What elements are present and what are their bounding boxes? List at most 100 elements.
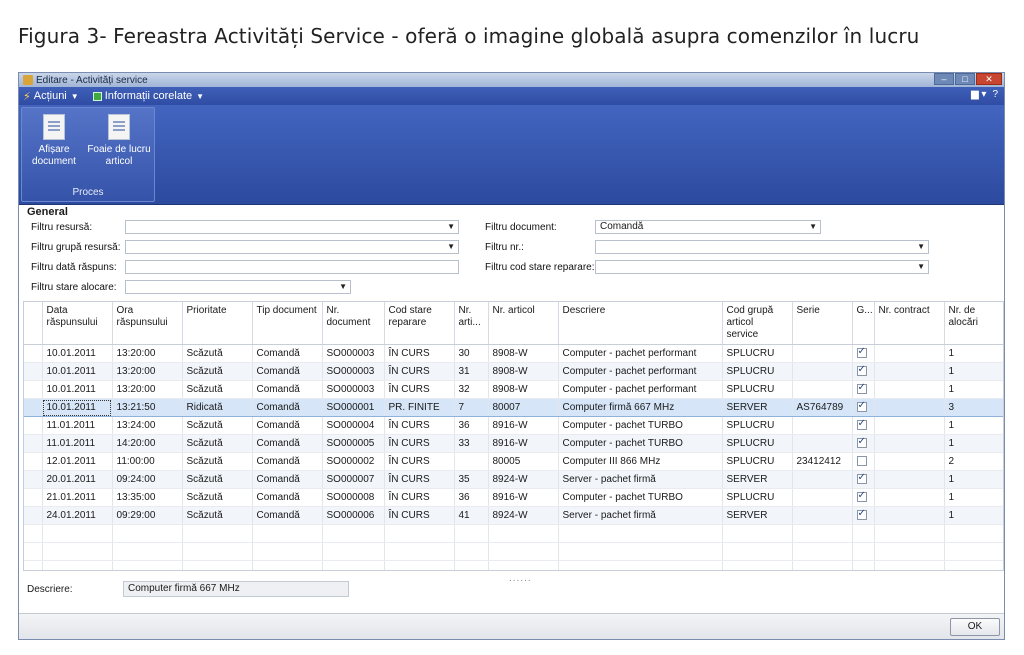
cell-service-item-group[interactable]: SERVER bbox=[722, 398, 793, 417]
cell-document-no[interactable]: SO000002 bbox=[322, 452, 385, 471]
col-allocations[interactable]: Nr. de alocări bbox=[944, 302, 1003, 345]
filter-resource-field[interactable]: ▼ bbox=[125, 220, 459, 234]
cell-document-type[interactable]: Comandă bbox=[252, 344, 323, 363]
cell-priority[interactable]: Scăzută bbox=[182, 380, 253, 399]
cell-item-no[interactable]: 8924-W bbox=[488, 506, 559, 525]
cell-document-type[interactable]: Comandă bbox=[252, 470, 323, 489]
cell-serial[interactable] bbox=[792, 344, 853, 363]
cell-contract-no[interactable] bbox=[874, 344, 945, 363]
maximize-button[interactable]: □ bbox=[955, 73, 975, 85]
col-priority[interactable]: Prioritate bbox=[182, 302, 253, 345]
dropdown-icon[interactable]: ▼ bbox=[339, 281, 347, 293]
cell-priority[interactable]: Scăzută bbox=[182, 434, 253, 453]
cell-item-no[interactable]: 8908-W bbox=[488, 344, 559, 363]
cell-allocations[interactable]: 1 bbox=[944, 380, 1003, 399]
row-selector[interactable] bbox=[24, 488, 43, 507]
table-row[interactable]: 10.01.2011 13:20:00 Scăzută Comandă SO000003… bbox=[24, 362, 1003, 381]
cell-response-time[interactable]: 11:00:00 bbox=[112, 452, 183, 471]
actions-menu[interactable]: ⚡ Acțiuni ▼ bbox=[23, 90, 79, 103]
dropdown-icon[interactable]: ▼ bbox=[809, 221, 817, 233]
cell-serial[interactable] bbox=[792, 470, 853, 489]
table-row[interactable]: 11.01.2011 14:20:00 Scăzută Comandă SO000005… bbox=[24, 434, 1003, 453]
cell-service-item-group[interactable]: SPLUCRU bbox=[722, 362, 793, 381]
cell-response-time[interactable]: 13:24:00 bbox=[112, 416, 183, 435]
cell-response-date[interactable]: 20.01.2011 bbox=[42, 470, 113, 489]
col-response-time[interactable]: Ora răspunsului bbox=[112, 302, 183, 345]
col-contract-no[interactable]: Nr. contract bbox=[874, 302, 945, 345]
cell-description[interactable]: Computer III 866 MHz bbox=[558, 452, 723, 471]
cell-response-time[interactable]: 09:24:00 bbox=[112, 470, 183, 489]
cell-response-date[interactable]: 12.01.2011 bbox=[42, 452, 113, 471]
col-document-no[interactable]: Nr. document bbox=[322, 302, 385, 345]
cell-response-time[interactable]: 09:29:00 bbox=[112, 506, 183, 525]
filter-resource-group-field[interactable]: ▼ bbox=[125, 240, 459, 254]
cell-service-item-group[interactable]: SPLUCRU bbox=[722, 434, 793, 453]
ok-button[interactable]: OK bbox=[950, 618, 1000, 636]
filter-repair-status-field[interactable]: ▼ bbox=[595, 260, 929, 274]
row-selector[interactable] bbox=[24, 434, 43, 453]
cell-item-no[interactable]: 8916-W bbox=[488, 416, 559, 435]
cell-item-line-no[interactable]: 36 bbox=[454, 416, 489, 435]
cell-repair-status[interactable]: ÎN CURS bbox=[384, 434, 455, 453]
row-selector[interactable] bbox=[24, 470, 43, 489]
row-selector[interactable] bbox=[24, 362, 43, 381]
cell-response-time[interactable]: 14:20:00 bbox=[112, 434, 183, 453]
cell-response-time[interactable]: 13:35:00 bbox=[112, 488, 183, 507]
cell-document-type[interactable]: Comandă bbox=[252, 434, 323, 453]
cell-repair-status[interactable]: ÎN CURS bbox=[384, 506, 455, 525]
row-selector[interactable] bbox=[24, 452, 43, 471]
filter-document-field[interactable]: Comandă ▼ bbox=[595, 220, 821, 234]
pane-splitter[interactable]: ...... bbox=[509, 573, 532, 584]
cell-serial[interactable] bbox=[792, 362, 853, 381]
cell-item-line-no[interactable]: 36 bbox=[454, 488, 489, 507]
row-selector[interactable] bbox=[24, 416, 43, 435]
cell-item-line-no[interactable]: 32 bbox=[454, 380, 489, 399]
cell-allocations[interactable]: 1 bbox=[944, 362, 1003, 381]
cell-allocations[interactable]: 2 bbox=[944, 452, 1003, 471]
cell-document-no[interactable]: SO000005 bbox=[322, 434, 385, 453]
cell-contract-no[interactable] bbox=[874, 416, 945, 435]
cell-item-line-no[interactable]: 30 bbox=[454, 344, 489, 363]
cell-document-type[interactable]: Comandă bbox=[252, 362, 323, 381]
warranty-checkbox[interactable] bbox=[856, 400, 867, 413]
cell-contract-no[interactable] bbox=[874, 470, 945, 489]
cell-document-no[interactable]: SO000003 bbox=[322, 344, 385, 363]
cell-description[interactable]: Computer - pachet TURBO bbox=[558, 434, 723, 453]
cell-response-date[interactable]: 10.01.2011 bbox=[42, 344, 113, 363]
cell-service-item-group[interactable]: SPLUCRU bbox=[722, 344, 793, 363]
cell-priority[interactable]: Scăzută bbox=[182, 506, 253, 525]
cell-response-date[interactable]: 11.01.2011 bbox=[42, 416, 113, 435]
help-button[interactable]: ? bbox=[992, 89, 998, 100]
cell-repair-status[interactable]: ÎN CURS bbox=[384, 380, 455, 399]
cell-priority[interactable]: Scăzută bbox=[182, 416, 253, 435]
cell-allocations[interactable]: 1 bbox=[944, 470, 1003, 489]
cell-document-no[interactable]: SO000006 bbox=[322, 506, 385, 525]
filter-no-field[interactable]: ▼ bbox=[595, 240, 929, 254]
warranty-checkbox[interactable] bbox=[856, 472, 867, 485]
row-selector[interactable] bbox=[24, 398, 43, 417]
warranty-checkbox[interactable] bbox=[856, 382, 867, 395]
dropdown-icon[interactable]: ▼ bbox=[917, 241, 925, 253]
cell-document-no[interactable]: SO000007 bbox=[322, 470, 385, 489]
table-row[interactable]: 24.01.2011 09:29:00 Scăzută Comandă SO000006… bbox=[24, 506, 1003, 525]
table-row[interactable]: 10.01.2011 13:20:00 Scăzută Comandă SO000003… bbox=[24, 380, 1003, 399]
cell-document-no[interactable]: SO000001 bbox=[322, 398, 385, 417]
col-document-type[interactable]: Tip document bbox=[252, 302, 323, 345]
row-selector[interactable] bbox=[24, 506, 43, 525]
cell-description[interactable]: Computer - pachet performant bbox=[558, 344, 723, 363]
cell-response-date[interactable]: 10.01.2011 bbox=[42, 380, 113, 399]
cell-item-line-no[interactable]: 41 bbox=[454, 506, 489, 525]
cell-item-line-no[interactable]: 33 bbox=[454, 434, 489, 453]
cell-allocations[interactable]: 1 bbox=[944, 488, 1003, 507]
col-service-item-group[interactable]: Cod grupă articol service bbox=[722, 302, 793, 345]
col-serial[interactable]: Serie bbox=[792, 302, 853, 345]
cell-item-line-no[interactable]: 31 bbox=[454, 362, 489, 381]
cell-document-no[interactable]: SO000004 bbox=[322, 416, 385, 435]
empty-row[interactable] bbox=[24, 560, 1003, 570]
cell-contract-no[interactable] bbox=[874, 488, 945, 507]
cell-response-time[interactable]: 13:20:00 bbox=[112, 362, 183, 381]
show-document-button[interactable]: Afișare document bbox=[26, 114, 82, 168]
cell-description[interactable]: Server - pachet firmă bbox=[558, 470, 723, 489]
cell-document-type[interactable]: Comandă bbox=[252, 488, 323, 507]
cell-allocations[interactable]: 1 bbox=[944, 506, 1003, 525]
